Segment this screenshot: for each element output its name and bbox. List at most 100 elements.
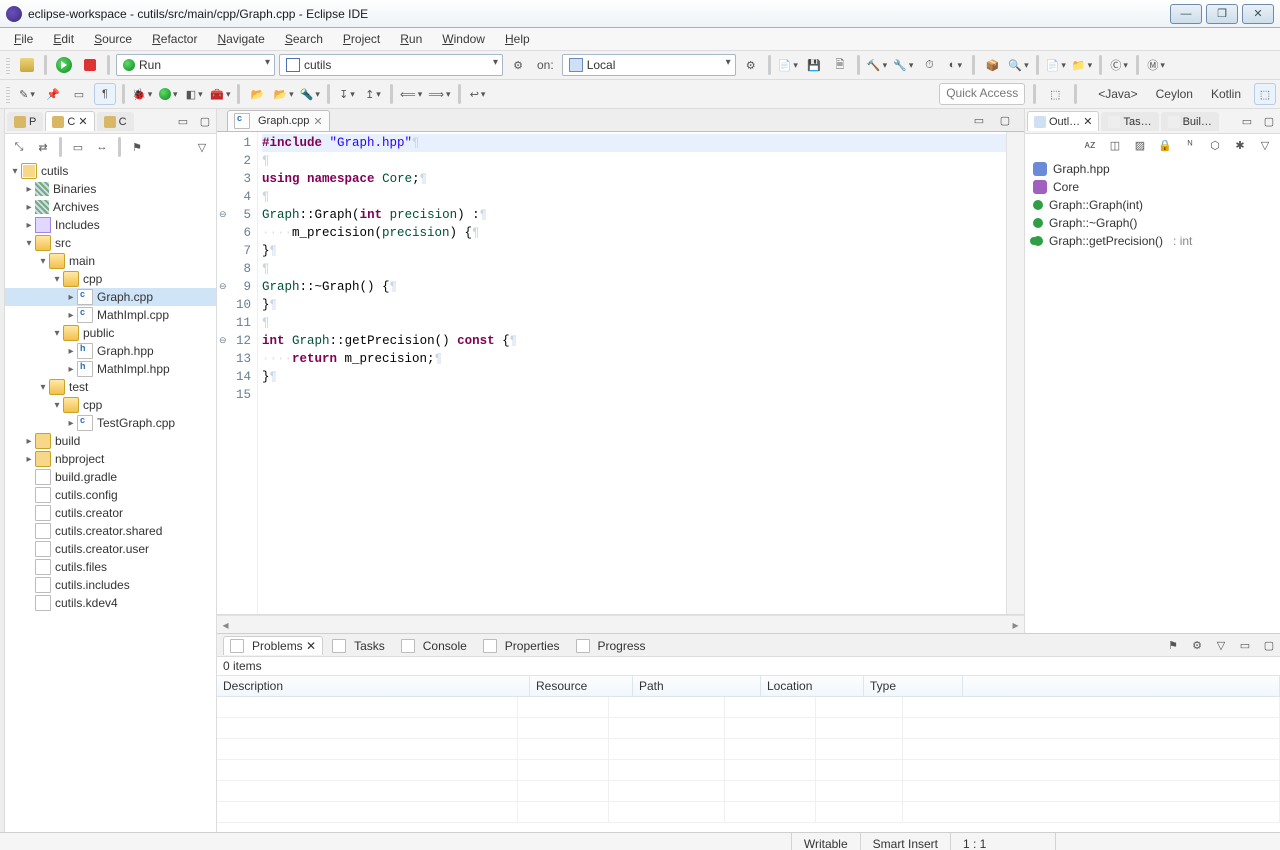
problems-table[interactable]: DescriptionResourcePathLocationType	[217, 675, 1280, 832]
outline-tree[interactable]: Graph.hppCoreGraph::Graph(int)Graph::~Gr…	[1025, 156, 1280, 633]
code-area[interactable]: #include "Graph.hpp"¶¶using namespace Co…	[258, 132, 1006, 614]
tree-item-cutils-creator[interactable]: ·cutils.creator	[5, 504, 216, 522]
menu-project[interactable]: Project	[335, 30, 388, 48]
external-tools-dropdown[interactable]: 🧰▾	[209, 83, 231, 105]
problems-table-header[interactable]: DescriptionResourcePathLocationType	[217, 675, 1280, 697]
current-perspective-button[interactable]: ⬚	[1254, 83, 1276, 105]
expand-button[interactable]: ↔	[92, 137, 112, 157]
outline-item[interactable]: Graph::Graph(int)	[1025, 196, 1280, 214]
bottom-tab-tasks[interactable]: Tasks	[325, 636, 392, 655]
right-tab-0[interactable]: Outl… ✕	[1027, 111, 1099, 131]
bottom-panel-control[interactable]: ▢	[1258, 634, 1280, 656]
filters-button[interactable]: ⚑	[127, 137, 147, 157]
menu-navigate[interactable]: Navigate	[209, 30, 272, 48]
forward-button[interactable]: ⟹▾	[427, 83, 451, 105]
back-button[interactable]: ⟸▾	[399, 83, 423, 105]
tree-item-src[interactable]: ▾src	[5, 234, 216, 252]
menu-edit[interactable]: Edit	[45, 30, 82, 48]
bottom-panel-control[interactable]: ⚑	[1162, 634, 1184, 656]
vertical-scrollbar[interactable]	[1006, 132, 1024, 614]
left-panel-control[interactable]: ▢	[194, 110, 216, 132]
left-tab-1[interactable]: C ✕	[45, 111, 94, 131]
editor-tab-graph-cpp[interactable]: Graph.cpp ✕	[227, 110, 330, 131]
bottom-tab-problems[interactable]: Problems ✕	[223, 636, 323, 655]
show-whitespace-button[interactable]: ¶	[94, 83, 116, 105]
problems-col-resource[interactable]: Resource	[530, 676, 633, 696]
right-tab-2[interactable]: Buil…	[1161, 112, 1219, 131]
menu-run[interactable]: Run	[392, 30, 430, 48]
sort-button[interactable]: ᴀᴢ	[1079, 134, 1101, 156]
outline-menu-button[interactable]: ▽	[1254, 134, 1276, 156]
minimize-button[interactable]: —	[1170, 4, 1202, 24]
debug-dropdown[interactable]: 🐞▾	[131, 83, 153, 105]
launch-config-select[interactable]: Run	[116, 54, 275, 76]
link-editor-button[interactable]: ⇄	[33, 137, 53, 157]
new-folder-dropdown[interactable]: 📁▾	[1071, 54, 1093, 76]
save-all-button[interactable]: 🗎	[829, 54, 851, 76]
problems-col-type[interactable]: Type	[864, 676, 963, 696]
tree-item-cutils-creator-shared[interactable]: ·cutils.creator.shared	[5, 522, 216, 540]
menu-window[interactable]: Window	[434, 30, 493, 48]
launch-project-select[interactable]: cutils	[279, 54, 503, 76]
edit-button[interactable]: ✎▾	[16, 83, 38, 105]
tree-item-cpp[interactable]: ▾cpp	[5, 270, 216, 288]
view-menu-button[interactable]: ▽	[192, 137, 212, 157]
menu-refactor[interactable]: Refactor	[144, 30, 205, 48]
tree-item-binaries[interactable]: ▸Binaries	[5, 180, 216, 198]
new-file-dropdown[interactable]: 📄▾	[1045, 54, 1067, 76]
menu-search[interactable]: Search	[277, 30, 331, 48]
outline-item[interactable]: Graph::getPrecision(): int	[1025, 232, 1280, 250]
tree-item-build-gradle[interactable]: ·build.gradle	[5, 468, 216, 486]
outline-item[interactable]: Graph.hpp	[1025, 160, 1280, 178]
tree-item-testgraph-cpp[interactable]: ▸TestGraph.cpp	[5, 414, 216, 432]
scroll-right-icon[interactable]: ▸	[1007, 616, 1024, 633]
menu-source[interactable]: Source	[86, 30, 140, 48]
focus-button[interactable]: ▭	[68, 137, 88, 157]
toolbar-grip[interactable]	[6, 85, 10, 103]
outline-item[interactable]: Core	[1025, 178, 1280, 196]
close-button[interactable]: ✕	[1242, 4, 1274, 24]
open-search-dropdown[interactable]: 🔦▾	[299, 83, 321, 105]
bottom-tab-properties[interactable]: Properties	[476, 636, 567, 655]
new-button[interactable]: 📄▾	[777, 54, 799, 76]
right-panel-control[interactable]: ▢	[1258, 110, 1280, 132]
group-button[interactable]: ⬡	[1204, 134, 1226, 156]
hide-fields-button[interactable]: ◫	[1104, 134, 1126, 156]
editor[interactable]: 1234⊖5678⊖91011⊖12131415 #include "Graph…	[217, 132, 1024, 615]
scroll-left-icon[interactable]: ◂	[217, 616, 234, 633]
close-tab-icon[interactable]: ✕	[313, 115, 322, 128]
menu-help[interactable]: Help	[497, 30, 538, 48]
quick-access-input[interactable]: Quick Access	[939, 83, 1025, 105]
tree-item-cutils-config[interactable]: ·cutils.config	[5, 486, 216, 504]
perspective-java[interactable]: <Java>	[1091, 84, 1144, 104]
open-folder-button[interactable]: 📂	[246, 83, 268, 105]
profile-button[interactable]: ⏱	[918, 54, 940, 76]
toggle-block-button[interactable]: ▭	[68, 83, 90, 105]
tree-item-cutils-includes[interactable]: ·cutils.includes	[5, 576, 216, 594]
editor-minimize-button[interactable]: ▭	[968, 109, 990, 131]
tree-item-test[interactable]: ▾test	[5, 378, 216, 396]
hide-inactive-button[interactable]: ᴺ	[1179, 134, 1201, 156]
launch-target-settings[interactable]: ⚙	[740, 54, 762, 76]
last-edit-button[interactable]: ↩▾	[467, 83, 489, 105]
editor-maximize-button[interactable]: ▢	[994, 109, 1016, 131]
tree-item-public[interactable]: ▾public	[5, 324, 216, 342]
left-panel-control[interactable]: ▭	[172, 110, 194, 132]
run-dropdown[interactable]: ▾	[157, 83, 179, 105]
next-annotation-button[interactable]: ↧▾	[336, 83, 358, 105]
bottom-panel-control[interactable]: ▭	[1234, 634, 1256, 656]
bottom-panel-control[interactable]: ⚙	[1186, 634, 1208, 656]
tree-item-includes[interactable]: ▸Includes	[5, 216, 216, 234]
tree-item-archives[interactable]: ▸Archives	[5, 198, 216, 216]
horizontal-scrollbar[interactable]: ◂ ▸	[217, 615, 1024, 633]
search-button[interactable]: 🔍▾	[1007, 54, 1029, 76]
problems-col-path[interactable]: Path	[633, 676, 761, 696]
right-tab-1[interactable]: Tas…	[1101, 112, 1158, 131]
tree-item-main[interactable]: ▾main	[5, 252, 216, 270]
build-button[interactable]	[16, 54, 38, 76]
launch-target-select[interactable]: Local	[562, 54, 736, 76]
right-panel-control[interactable]: ▭	[1236, 110, 1258, 132]
tree-item-nbproject[interactable]: ▸nbproject	[5, 450, 216, 468]
stop-button[interactable]	[79, 54, 101, 76]
coverage-button[interactable]: ◐▾	[944, 54, 966, 76]
